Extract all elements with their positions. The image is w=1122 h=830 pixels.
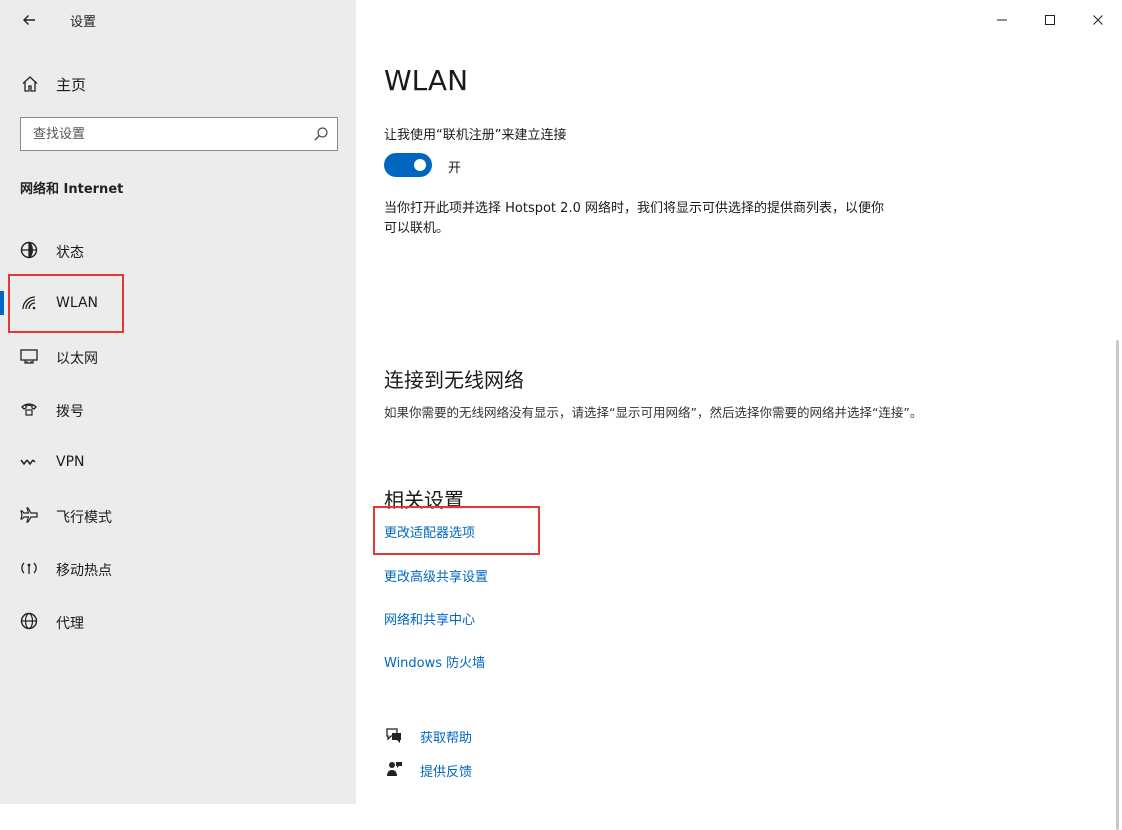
page-title: WLAN [384,64,469,97]
give-feedback-link[interactable]: 提供反馈 [384,757,684,781]
sidebar-home-label: 主页 [56,76,87,94]
home-icon [22,76,38,92]
online-signup-label: 让我使用“联机注册”来建立连接 [384,128,567,143]
sidebar-home[interactable]: 主页 [0,64,356,102]
sidebar-item-label: VPN [56,454,85,470]
maximize-icon [1045,15,1055,25]
sidebar-nav: 状态 WLAN 以太网 拨号 VPN 飞行模式 移动热点 代理 [0,224,356,648]
sidebar-item-label: 移动热点 [56,563,112,579]
connect-description: 如果你需要的无线网络没有显示，请选择“显示可用网络”，然后选择你需要的网络并选择… [384,405,923,420]
get-help-link[interactable]: 获取帮助 [384,723,684,747]
globe-proxy-icon [20,612,38,630]
arrow-left-icon [23,15,35,25]
hotspot-icon [21,562,37,574]
ethernet-icon [20,349,38,364]
link-network-sharing-center[interactable]: 网络和共享中心 [384,609,475,628]
close-icon [1093,15,1103,25]
sidebar-item-label: 代理 [56,616,84,632]
connect-heading: 连接到无线网络 [384,368,524,392]
dialup-icon [21,403,37,416]
online-signup-toggle[interactable] [384,153,432,177]
link-windows-firewall[interactable]: Windows 防火墙 [384,652,485,671]
sidebar: 设置 主页 网络和 Internet 状态 [0,0,356,804]
link-change-adapter-options[interactable]: 更改适配器选项 [384,522,475,541]
sidebar-item-wlan[interactable]: WLAN [0,277,356,330]
scrollbar-thumb[interactable] [1116,340,1119,830]
minimize-button[interactable] [978,0,1026,40]
sidebar-item-vpn[interactable]: VPN [0,436,356,489]
sidebar-item-label: 飞行模式 [56,510,112,526]
close-button[interactable] [1074,0,1122,40]
titlebar-left: 设置 [0,0,356,40]
scrollbar[interactable] [1112,40,1122,830]
sidebar-item-label: 状态 [56,245,84,261]
main-content: WLAN 让我使用“联机注册”来建立连接 开 当你打开此项并选择 Hotspot… [356,0,1122,830]
sidebar-item-label: 拨号 [56,404,84,420]
back-button[interactable] [14,6,44,34]
toggle-state-text: 开 [448,161,462,176]
sidebar-item-dialup[interactable]: 拨号 [0,383,356,436]
search-box[interactable] [20,117,338,151]
globe-status-icon [20,241,38,259]
sidebar-item-status[interactable]: 状态 [0,224,356,277]
sidebar-item-label: WLAN [56,295,99,311]
link-advanced-sharing-settings[interactable]: 更改高级共享设置 [384,566,488,585]
feedback-icon [387,762,402,776]
get-help-label: 获取帮助 [420,731,473,746]
wifi-icon [22,296,36,310]
sidebar-item-ethernet[interactable]: 以太网 [0,330,356,383]
hotspot-description: 当你打开此项并选择 Hotspot 2.0 网络时，我们将显示可供选择的提供商列… [384,201,884,236]
help-chat-icon [386,728,401,743]
sidebar-item-airplane[interactable]: 飞行模式 [0,489,356,542]
search-input[interactable] [21,118,301,150]
app-title: 设置 [70,15,97,30]
sidebar-item-proxy[interactable]: 代理 [0,595,356,648]
related-settings-heading: 相关设置 [384,488,464,512]
vpn-icon [20,459,36,466]
search-icon[interactable] [313,126,329,142]
give-feedback-label: 提供反馈 [420,765,473,780]
window-controls [978,0,1122,40]
sidebar-item-hotspot[interactable]: 移动热点 [0,542,356,595]
section-label: 网络和 Internet [20,182,124,197]
sidebar-item-label: 以太网 [56,351,98,367]
maximize-button[interactable] [1026,0,1074,40]
minimize-icon [997,19,1007,21]
airplane-icon [20,507,38,523]
